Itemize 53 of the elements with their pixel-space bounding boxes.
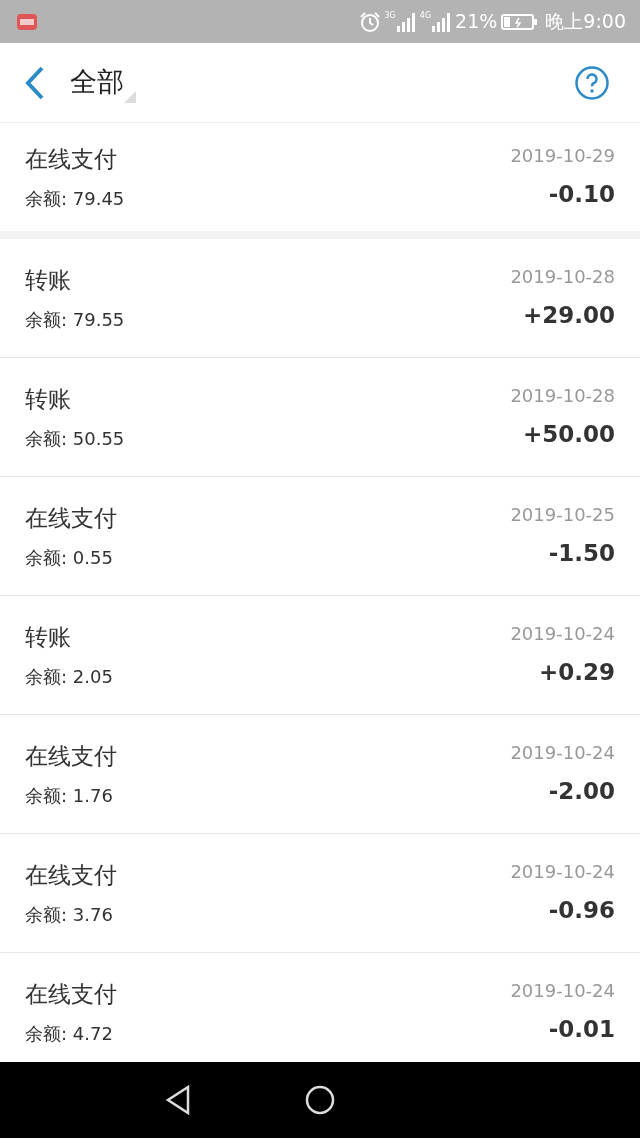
transaction-type: 转账 bbox=[25, 623, 72, 653]
transaction-date: 2019-10-24 bbox=[510, 979, 615, 1004]
battery-percent: 21% bbox=[455, 9, 498, 35]
help-icon[interactable] bbox=[574, 64, 610, 101]
signal-icon bbox=[431, 11, 452, 32]
transaction-type: 在线支付 bbox=[25, 504, 117, 534]
transaction-row[interactable]: 在线支付 余额: 79.45 2019-10-29 -0.10 bbox=[0, 123, 640, 231]
balance-text: 余额: 79.45 bbox=[25, 186, 125, 211]
transaction-type: 转账 bbox=[25, 385, 72, 415]
transaction-date: 2019-10-28 bbox=[510, 384, 615, 409]
network-label: 3G bbox=[384, 11, 396, 20]
back-icon[interactable] bbox=[165, 1085, 191, 1115]
balance-text: 余额: 50.55 bbox=[25, 426, 125, 451]
transaction-row[interactable]: 转账 余额: 2.05 2019-10-24 +0.29 bbox=[0, 596, 640, 715]
transaction-type: 转账 bbox=[25, 266, 72, 296]
balance-text: 余额: 4.72 bbox=[25, 1021, 114, 1046]
transaction-type: 在线支付 bbox=[25, 145, 118, 175]
transaction-amount: -0.96 bbox=[548, 896, 615, 926]
balance-text: 余额: 79.55 bbox=[25, 307, 125, 332]
balance-text: 余额: 3.76 bbox=[25, 902, 114, 927]
signal-icon bbox=[395, 11, 416, 32]
balance-text: 余额: 2.05 bbox=[25, 664, 113, 689]
home-icon[interactable] bbox=[305, 1085, 335, 1115]
transaction-type: 在线支付 bbox=[25, 861, 117, 891]
transaction-date: 2019-10-24 bbox=[510, 741, 615, 766]
balance-text: 余额: 0.55 bbox=[25, 545, 114, 570]
app-icon bbox=[16, 12, 38, 31]
transaction-row[interactable]: 转账 余额: 50.55 2019-10-28 +50.00 bbox=[0, 358, 640, 477]
transaction-type: 在线支付 bbox=[25, 980, 117, 1010]
transaction-type: 在线支付 bbox=[25, 742, 117, 772]
alarm-icon bbox=[358, 10, 381, 33]
transaction-date: 2019-10-29 bbox=[510, 144, 615, 169]
transaction-amount: -2.00 bbox=[548, 777, 615, 807]
transaction-row[interactable]: 在线支付 余额: 4.72 2019-10-24 -0.01 bbox=[0, 953, 640, 1062]
transaction-date: 2019-10-24 bbox=[510, 622, 615, 647]
transaction-amount: -1.50 bbox=[548, 539, 615, 569]
battery-icon bbox=[501, 12, 538, 31]
transaction-amount: +50.00 bbox=[522, 420, 615, 450]
transaction-amount: +29.00 bbox=[522, 301, 615, 331]
transaction-date: 2019-10-25 bbox=[510, 503, 615, 528]
transaction-date: 2019-10-28 bbox=[510, 265, 615, 290]
transaction-amount: -0.10 bbox=[548, 180, 615, 210]
transaction-row[interactable]: 在线支付 余额: 1.76 2019-10-24 -2.00 bbox=[0, 715, 640, 834]
balance-text: 余额: 1.76 bbox=[25, 783, 114, 808]
transaction-amount: +0.29 bbox=[538, 658, 615, 688]
page-title[interactable]: 全部 bbox=[70, 62, 124, 103]
status-time: 晚上9:00 bbox=[545, 9, 626, 35]
transaction-row[interactable]: 在线支付 余额: 0.55 2019-10-25 -1.50 bbox=[0, 477, 640, 596]
transaction-amount: -0.01 bbox=[548, 1015, 615, 1045]
transaction-row[interactable]: 转账 余额: 79.55 2019-10-28 +29.00 bbox=[0, 239, 640, 358]
transaction-date: 2019-10-24 bbox=[510, 860, 615, 885]
transaction-row[interactable]: 在线支付 余额: 3.76 2019-10-24 -0.96 bbox=[0, 834, 640, 953]
network-label: 4G bbox=[419, 11, 432, 20]
